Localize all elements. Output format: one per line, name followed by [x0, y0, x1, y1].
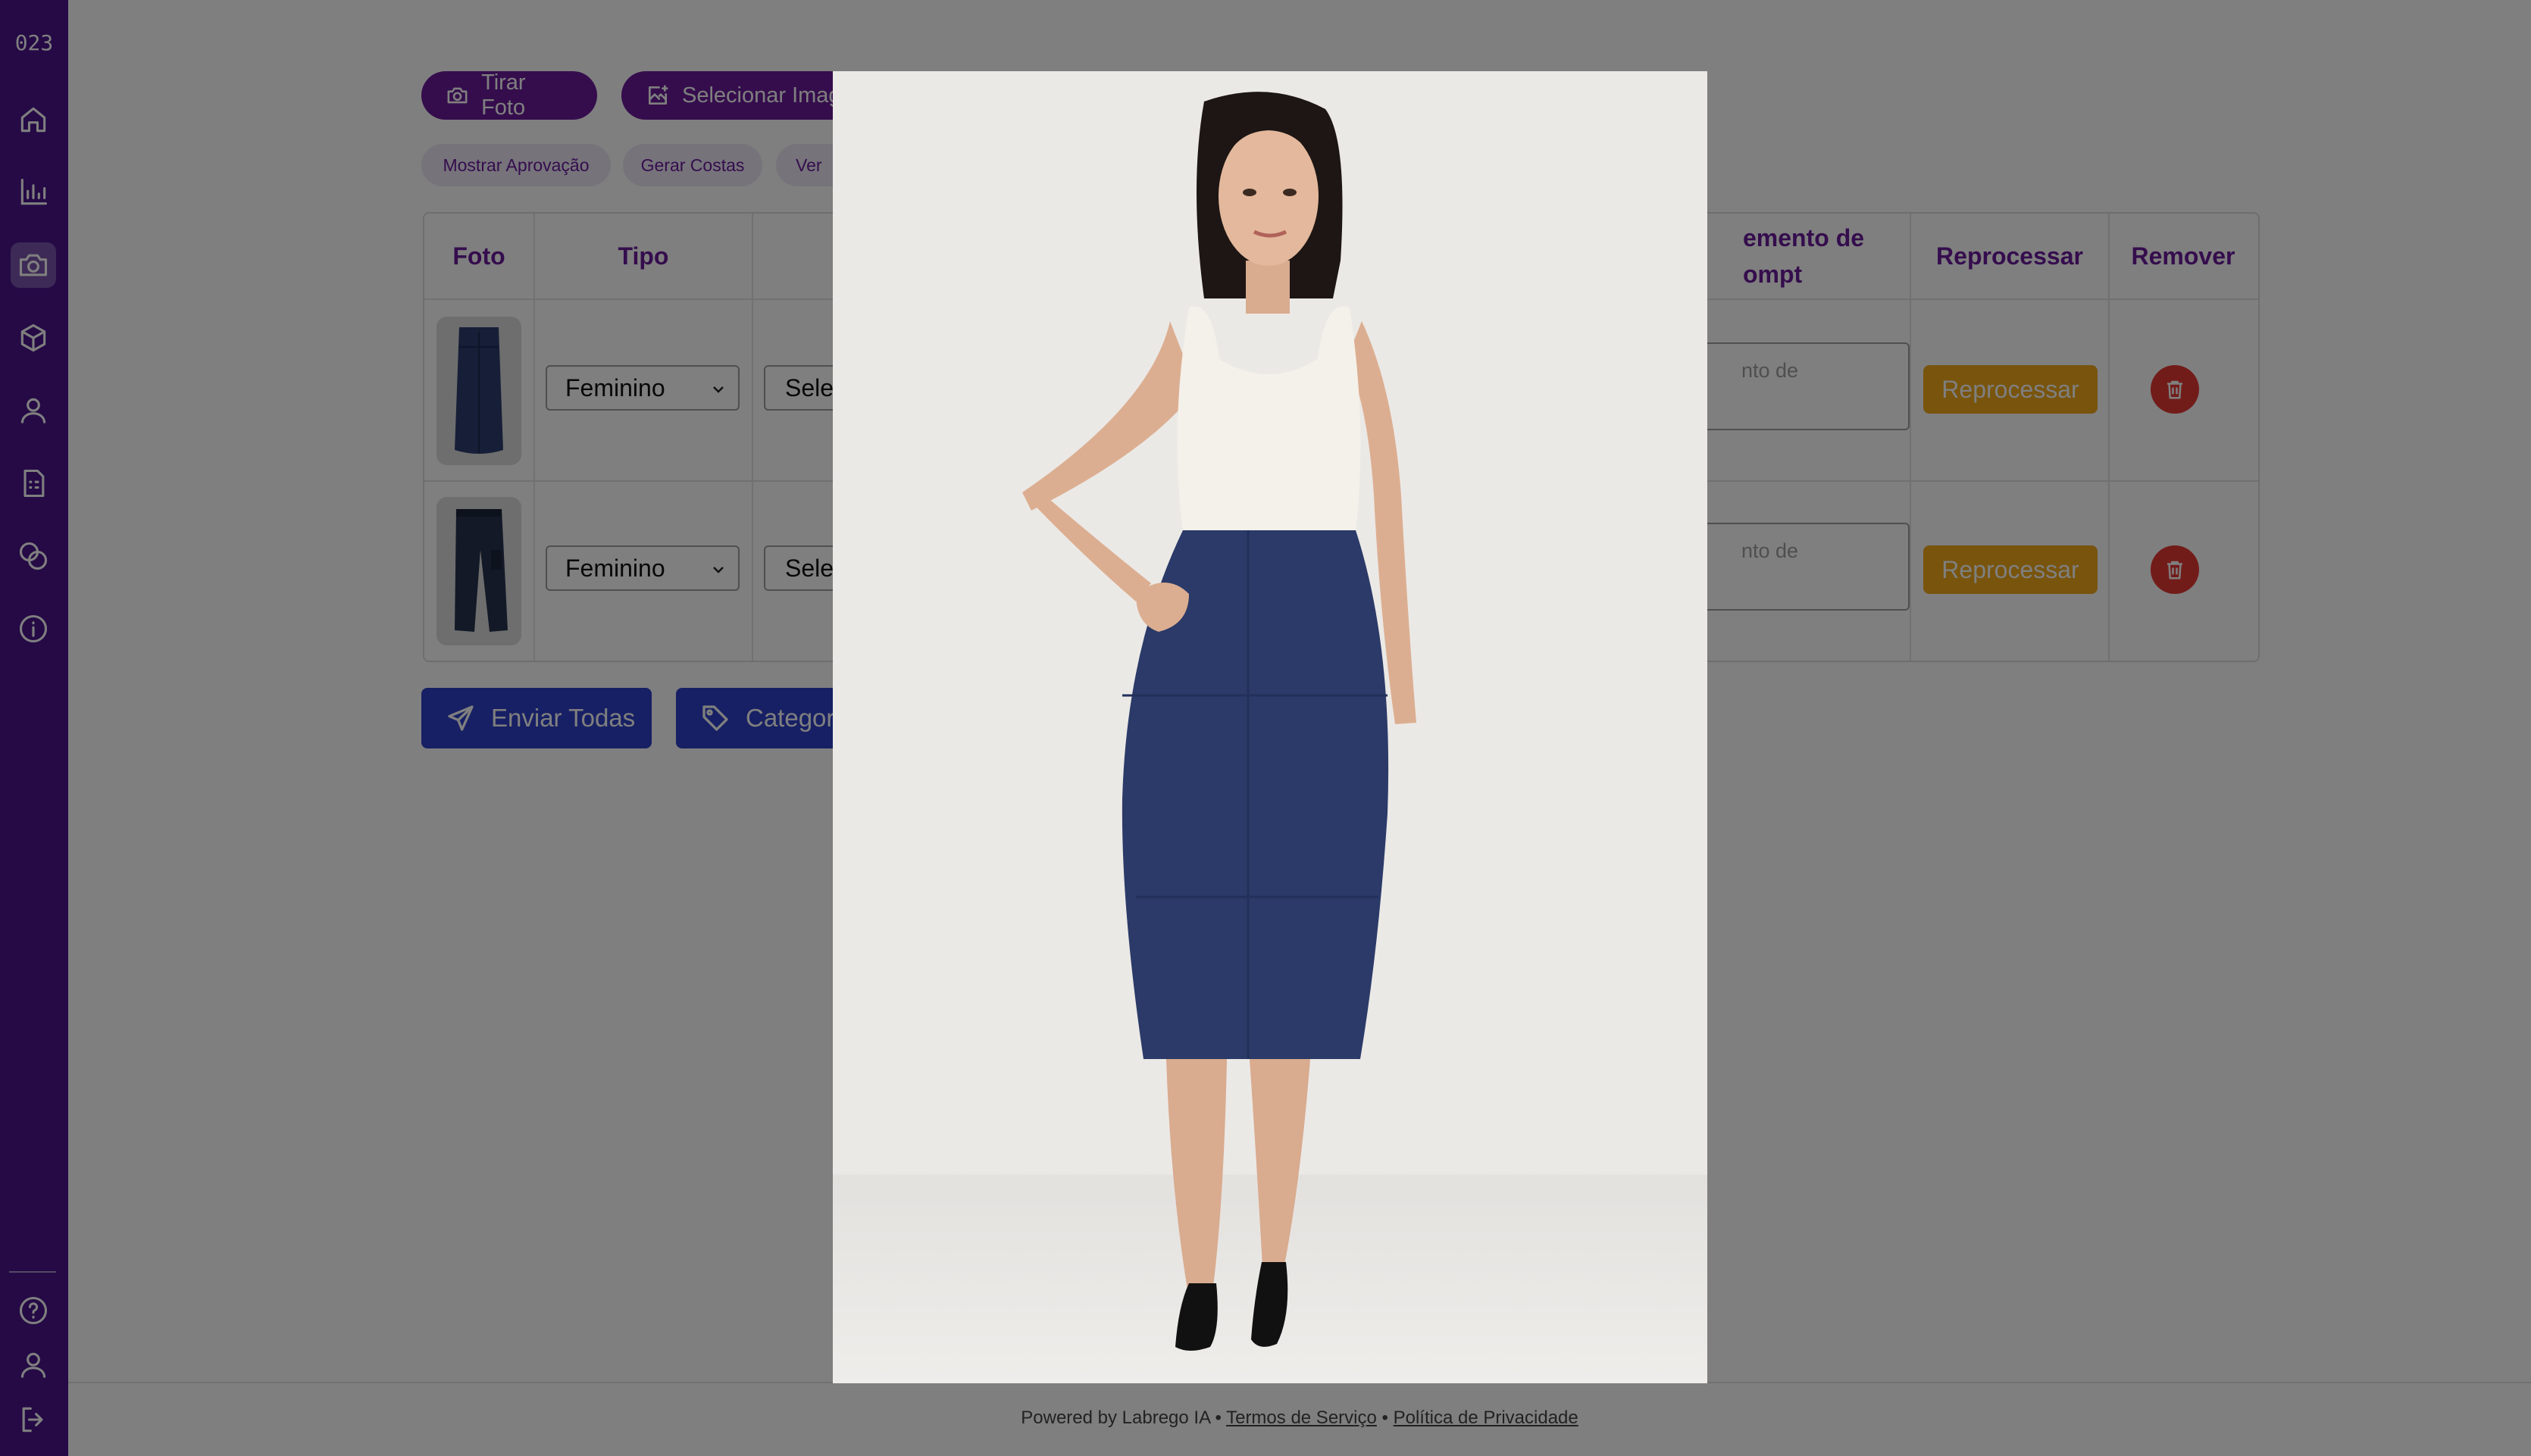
image-preview-modal: [833, 71, 1707, 1383]
model-photo: [1022, 92, 1416, 1351]
